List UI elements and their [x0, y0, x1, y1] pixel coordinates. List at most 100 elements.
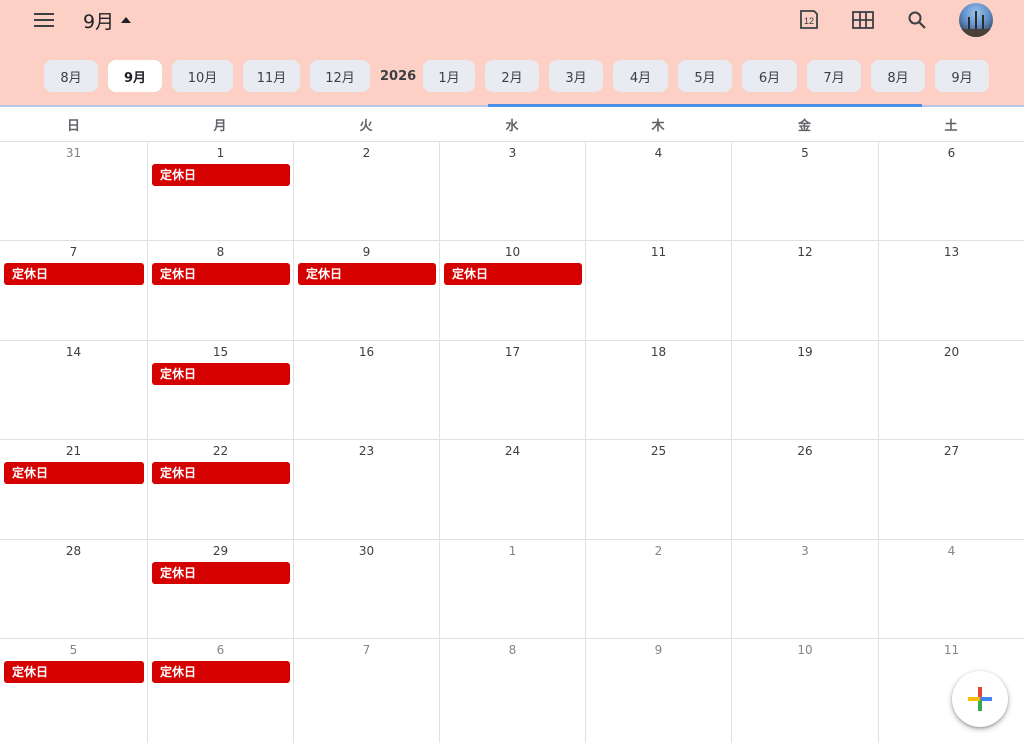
day-number[interactable]: 28 — [0, 544, 147, 558]
day-number[interactable]: 7 — [294, 643, 439, 657]
event-chip[interactable]: 定休日 — [4, 263, 144, 285]
day-number[interactable]: 12 — [732, 245, 878, 259]
day-number[interactable]: 6 — [148, 643, 293, 657]
day-number[interactable]: 1 — [148, 146, 293, 160]
day-number[interactable]: 31 — [0, 146, 147, 160]
day-number[interactable]: 21 — [0, 444, 147, 458]
day-cell[interactable]: 16 — [293, 340, 439, 439]
day-number[interactable]: 8 — [440, 643, 585, 657]
day-cell[interactable]: 30 — [293, 539, 439, 638]
event-chip[interactable]: 定休日 — [152, 562, 290, 584]
day-number[interactable]: 29 — [148, 544, 293, 558]
event-chip[interactable]: 定休日 — [152, 164, 290, 186]
day-number[interactable]: 24 — [440, 444, 585, 458]
menu-button[interactable] — [30, 6, 58, 34]
day-number[interactable]: 3 — [732, 544, 878, 558]
day-number[interactable]: 14 — [0, 345, 147, 359]
day-cell[interactable]: 8 — [439, 638, 585, 743]
day-cell[interactable]: 7 — [293, 638, 439, 743]
day-number[interactable]: 4 — [586, 146, 731, 160]
day-cell[interactable]: 25 — [585, 439, 731, 539]
day-number[interactable]: 9 — [586, 643, 731, 657]
day-number[interactable]: 26 — [732, 444, 878, 458]
day-cell[interactable]: 26 — [731, 439, 878, 539]
day-cell[interactable]: 6 定休日 — [147, 638, 293, 743]
event-chip[interactable]: 定休日 — [152, 263, 290, 285]
month-chip[interactable]: 10月 — [172, 60, 233, 92]
month-chip[interactable]: 4月 — [613, 60, 668, 92]
search-button[interactable] — [902, 5, 932, 35]
day-number[interactable]: 25 — [586, 444, 731, 458]
day-number[interactable]: 30 — [294, 544, 439, 558]
event-chip[interactable]: 定休日 — [444, 263, 582, 285]
event-chip[interactable]: 定休日 — [152, 363, 290, 385]
day-number[interactable]: 22 — [148, 444, 293, 458]
day-number[interactable]: 8 — [148, 245, 293, 259]
day-number[interactable]: 2 — [586, 544, 731, 558]
event-chip[interactable]: 定休日 — [298, 263, 436, 285]
view-switch-button[interactable] — [848, 5, 878, 35]
day-number[interactable]: 18 — [586, 345, 731, 359]
create-event-button[interactable] — [952, 671, 1008, 727]
day-number[interactable]: 27 — [879, 444, 1024, 458]
day-cell[interactable]: 22 定休日 — [147, 439, 293, 539]
day-cell[interactable]: 27 — [878, 439, 1024, 539]
day-cell[interactable]: 2 — [293, 141, 439, 240]
day-number[interactable]: 5 — [732, 146, 878, 160]
month-chip[interactable]: 7月 — [807, 60, 861, 92]
day-cell[interactable]: 24 — [439, 439, 585, 539]
day-cell[interactable]: 21 定休日 — [0, 439, 147, 539]
day-cell[interactable]: 1 定休日 — [147, 141, 293, 240]
day-cell[interactable]: 7 定休日 — [0, 240, 147, 340]
day-cell[interactable]: 9 定休日 — [293, 240, 439, 340]
day-cell[interactable]: 17 — [439, 340, 585, 439]
day-cell[interactable]: 10 — [731, 638, 878, 743]
day-number[interactable]: 7 — [0, 245, 147, 259]
day-number[interactable]: 2 — [294, 146, 439, 160]
today-button[interactable]: 12 — [794, 5, 824, 35]
event-chip[interactable]: 定休日 — [4, 661, 144, 683]
month-chip[interactable]: 1月 — [423, 60, 475, 92]
day-cell[interactable]: 4 — [878, 539, 1024, 638]
month-chip[interactable]: 3月 — [549, 60, 603, 92]
day-cell[interactable]: 8 定休日 — [147, 240, 293, 340]
day-cell[interactable]: 10 定休日 — [439, 240, 585, 340]
day-number[interactable]: 19 — [732, 345, 878, 359]
day-cell[interactable]: 3 — [439, 141, 585, 240]
day-cell[interactable]: 2 — [585, 539, 731, 638]
month-chip[interactable]: 9月 — [935, 60, 989, 92]
month-chip[interactable]: 11月 — [243, 60, 300, 92]
month-selector[interactable]: 9月 — [83, 6, 132, 34]
day-cell[interactable]: 6 — [878, 141, 1024, 240]
day-cell[interactable]: 11 — [585, 240, 731, 340]
month-chip-active[interactable]: 9月 — [108, 60, 162, 92]
day-number[interactable]: 9 — [294, 245, 439, 259]
day-cell[interactable]: 31 — [0, 141, 147, 240]
day-cell[interactable]: 20 — [878, 340, 1024, 439]
day-number[interactable]: 11 — [586, 245, 731, 259]
day-cell[interactable]: 28 — [0, 539, 147, 638]
day-number[interactable]: 10 — [440, 245, 585, 259]
day-number[interactable]: 4 — [879, 544, 1024, 558]
day-cell[interactable]: 15 定休日 — [147, 340, 293, 439]
month-chip[interactable]: 8月 — [44, 60, 98, 92]
day-cell[interactable]: 19 — [731, 340, 878, 439]
day-number[interactable]: 11 — [879, 643, 1024, 657]
day-cell[interactable]: 29 定休日 — [147, 539, 293, 638]
month-chip[interactable]: 12月 — [310, 60, 370, 92]
day-number[interactable]: 3 — [440, 146, 585, 160]
event-chip[interactable]: 定休日 — [152, 462, 290, 484]
day-cell[interactable]: 12 — [731, 240, 878, 340]
day-cell[interactable]: 4 — [585, 141, 731, 240]
day-cell[interactable]: 1 — [439, 539, 585, 638]
day-cell[interactable]: 5 — [731, 141, 878, 240]
event-chip[interactable]: 定休日 — [152, 661, 290, 683]
day-number[interactable]: 1 — [440, 544, 585, 558]
day-cell[interactable]: 5 定休日 — [0, 638, 147, 743]
month-chip[interactable]: 2月 — [485, 60, 539, 92]
day-number[interactable]: 20 — [879, 345, 1024, 359]
month-chip[interactable]: 5月 — [678, 60, 732, 92]
day-cell[interactable]: 13 — [878, 240, 1024, 340]
month-chip[interactable]: 6月 — [742, 60, 797, 92]
day-number[interactable]: 17 — [440, 345, 585, 359]
